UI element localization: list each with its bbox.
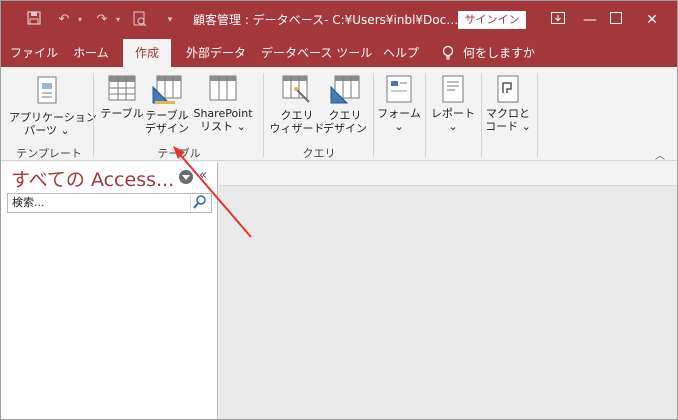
query-design-sublabel: デザイン [323, 122, 367, 135]
window-title: 顧客管理 : データベース- C:¥Users¥inbl¥Doc… [193, 13, 459, 27]
ribbon: アプリケーション パーツ ⌄ テンプレート テーブル テーブル デザイン Sha… [1, 67, 677, 162]
group-divider [373, 73, 374, 157]
access-window: ↶ ▾ ↷ ▾ ▾ 顧客管理 : データベース- C:¥Users¥inbl¥D… [0, 0, 678, 420]
signin-button[interactable]: サインイン [458, 11, 526, 29]
nav-pane-collapse-icon[interactable]: « [199, 168, 207, 183]
lightbulb-icon [441, 45, 455, 61]
report-dropdown: ⌄ [448, 120, 458, 133]
maximize-icon[interactable] [605, 9, 627, 31]
nav-search-input[interactable]: 検索... [7, 193, 212, 213]
ribbon-tabs: ファイル ホーム 作成 外部データ データベース ツール ヘルプ 何をしますか [1, 39, 677, 67]
collapse-ribbon-icon[interactable]: ︿ [655, 147, 665, 162]
table-design-button[interactable]: テーブル デザイン [143, 75, 191, 135]
workspace-tab-strip [219, 162, 677, 186]
tab-create[interactable]: 作成 [123, 39, 171, 67]
search-icon[interactable] [190, 194, 210, 212]
report-icon [442, 75, 464, 103]
table-button[interactable]: テーブル [99, 75, 145, 120]
report-button[interactable]: レポート ⌄ [429, 75, 477, 133]
group-divider [537, 73, 538, 157]
macro-code-label: マクロと [486, 107, 530, 120]
form-dropdown: ⌄ [394, 120, 404, 133]
group-divider [425, 73, 426, 157]
application-parts-label: アプリケーション [9, 111, 97, 124]
application-parts-icon [37, 76, 57, 104]
group-label-tables: テーブル [157, 147, 201, 160]
form-icon [386, 75, 412, 103]
print-preview-icon[interactable] [131, 11, 149, 29]
form-button[interactable]: フォーム ⌄ [377, 75, 421, 133]
tab-home[interactable]: ホーム [65, 39, 117, 67]
title-bar: ↶ ▾ ↷ ▾ ▾ 顧客管理 : データベース- C:¥Users¥inbl¥D… [1, 1, 677, 39]
group-divider [481, 73, 482, 157]
group-label-queries: クエリ [302, 147, 336, 160]
group-divider [263, 73, 264, 157]
ribbon-display-options-icon[interactable] [547, 9, 569, 31]
tab-external-data[interactable]: 外部データ [181, 39, 251, 67]
query-wizard-label: クエリ [280, 109, 314, 122]
document-workspace [219, 162, 677, 419]
macro-code-button[interactable]: マクロと コード ⌄ [485, 75, 531, 133]
nav-pane-title[interactable]: すべての Access... [11, 165, 174, 192]
query-wizard-sublabel: ウィザード [269, 122, 325, 135]
close-icon[interactable]: ✕ [641, 9, 663, 31]
query-wizard-button[interactable]: クエリ ウィザード [269, 75, 325, 135]
table-design-label: テーブル [145, 109, 189, 122]
tell-me-input[interactable]: 何をしますか [463, 39, 535, 67]
application-parts-button[interactable]: アプリケーション パーツ ⌄ [9, 75, 97, 137]
query-design-button[interactable]: クエリ デザイン [321, 75, 369, 135]
query-design-label: クエリ [328, 109, 362, 122]
minimize-icon[interactable]: — [579, 9, 601, 31]
sharepoint-list-sublabel: リスト ⌄ [200, 120, 246, 133]
tab-file[interactable]: ファイル [7, 39, 61, 67]
application-parts-sublabel: パーツ ⌄ [24, 124, 70, 137]
table-label: テーブル [100, 107, 144, 120]
table-icon [108, 75, 136, 101]
group-divider [93, 73, 94, 157]
customize-qat-icon[interactable]: ▾ [161, 11, 179, 29]
redo-dropdown-icon[interactable]: ▾ [109, 11, 127, 29]
navigation-pane: すべての Access... « 検索... [1, 162, 218, 419]
sharepoint-list-button[interactable]: SharePoint リスト ⌄ [191, 75, 255, 133]
tab-help[interactable]: ヘルプ [379, 39, 423, 67]
macro-icon [497, 75, 519, 103]
table-design-sublabel: デザイン [145, 122, 189, 135]
group-label-templates: テンプレート [16, 147, 82, 160]
query-wizard-icon [282, 75, 310, 103]
report-label: レポート [431, 107, 475, 120]
nav-pane-dropdown-icon[interactable] [179, 170, 193, 184]
query-design-icon [330, 75, 360, 104]
sharepoint-list-icon [209, 75, 237, 101]
sharepoint-list-label: SharePoint [193, 107, 253, 120]
undo-dropdown-icon[interactable]: ▾ [71, 11, 89, 29]
table-design-icon [152, 75, 182, 104]
form-label: フォーム [377, 107, 421, 120]
macro-code-sublabel: コード ⌄ [485, 120, 531, 133]
save-icon[interactable] [25, 11, 43, 29]
tab-database-tools[interactable]: データベース ツール [261, 39, 372, 67]
